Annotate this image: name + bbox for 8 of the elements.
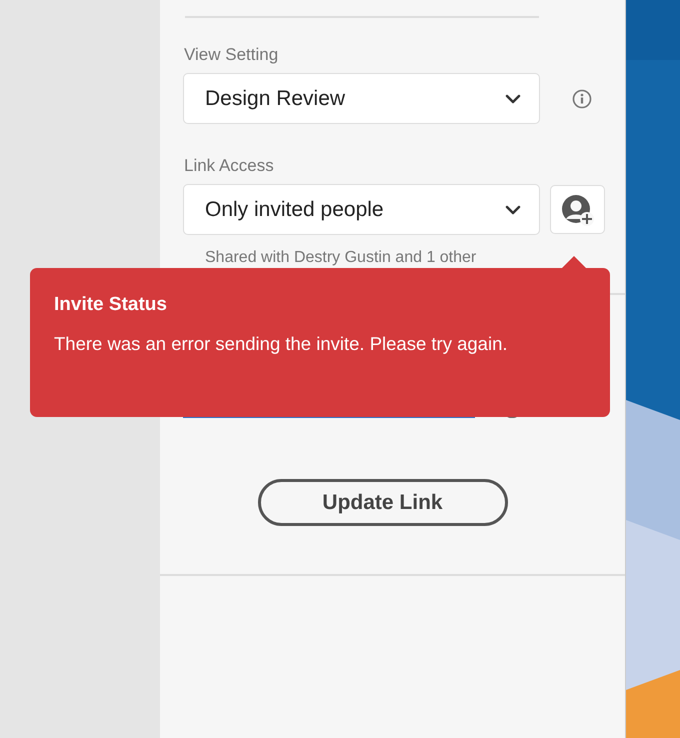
link-access-dropdown[interactable]: Only invited people	[183, 184, 540, 235]
update-link-button[interactable]: Update Link	[258, 479, 508, 526]
shared-note: Shared with Destry Gustin and 1 other	[205, 249, 476, 267]
toast-title: Invite Status	[54, 294, 167, 316]
field-label: View Setting	[184, 45, 278, 65]
toast-message: There was an error sending the invite. Please try again.	[54, 333, 508, 355]
field-label: Link Access	[184, 156, 274, 176]
view-setting-dropdown[interactable]: Design Review	[183, 73, 540, 124]
